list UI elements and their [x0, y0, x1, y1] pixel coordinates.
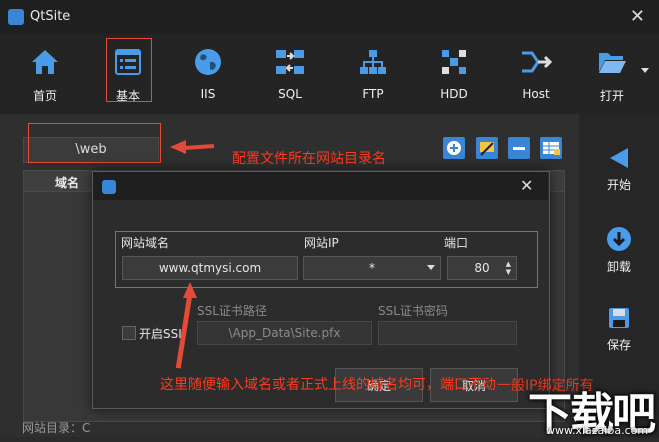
toolbar-open-button[interactable]: 打开: [581, 34, 643, 112]
ip-label: 网站IP: [304, 236, 339, 250]
dialog-close-icon[interactable]: ✕: [520, 176, 533, 195]
arrows-merge-icon: [520, 46, 552, 78]
window-title: QtSite: [30, 9, 71, 24]
toolbar-item-label: SQL: [278, 87, 302, 101]
toolbar-item-label: HDD: [440, 87, 468, 101]
ssl-password-label: SSL证书密码: [378, 304, 448, 318]
ssl-path-label: SSL证书路径: [197, 304, 267, 318]
toolbar-hdd-button[interactable]: HDD: [423, 34, 485, 112]
port-label: 端口: [444, 236, 469, 250]
highlight-box-dir: [28, 123, 161, 163]
nodes-icon: [438, 46, 470, 78]
highlight-box-basic: [106, 38, 152, 102]
toolbar-item-label: Host: [522, 87, 550, 101]
download-icon: [607, 227, 631, 251]
ip-select[interactable]: *: [303, 256, 441, 280]
home-icon: [29, 46, 61, 78]
edit-icon[interactable]: [476, 137, 498, 159]
toolbar-item-label: 打开: [599, 89, 624, 103]
ip-select-value: *: [369, 261, 375, 275]
ssl-enable-checkbox[interactable]: [122, 326, 136, 340]
dialog-title-bar: [93, 172, 548, 200]
watermark-url: www.xiazaiba.com: [546, 424, 649, 437]
save-button[interactable]: 保存: [579, 306, 659, 353]
save-label: 保存: [606, 338, 631, 352]
globe-icon: [192, 46, 224, 78]
play-icon: [610, 148, 628, 168]
toolbar-sql-button[interactable]: SQL: [259, 34, 321, 112]
save-icon: [609, 308, 629, 328]
site-dir-status: 网站目录：C: [22, 421, 91, 435]
network-tree-icon: [357, 46, 389, 78]
start-button[interactable]: 开始: [579, 146, 659, 193]
database-transfer-icon: [274, 46, 306, 78]
stepper-arrows-icon: ▲ ▼: [505, 260, 511, 276]
toolbar-item-label: 首页: [32, 89, 57, 103]
annotation-domain-note: 这里随便输入域名或者正式上线的域名均可，端口不动: [160, 377, 496, 393]
annotation-arrow-up: [183, 282, 197, 298]
title-bar: [0, 0, 659, 34]
close-icon[interactable]: ✕: [630, 6, 645, 27]
port-stepper[interactable]: 80 ▲ ▼: [447, 256, 517, 280]
domain-label: 网站域名: [121, 236, 170, 250]
toolbar-iis-button[interactable]: IIS: [177, 34, 239, 112]
toolbar-item-label: FTP: [362, 87, 384, 101]
ssl-password-input[interactable]: [378, 321, 517, 345]
chevron-down-icon: [427, 265, 435, 270]
dialog-app-icon: [102, 180, 116, 194]
main-toolbar: 首页 基本 IIS SQL FTP HDD Host 打开: [0, 34, 659, 114]
column-header-domain[interactable]: 域名: [55, 174, 79, 191]
start-label: 开始: [606, 178, 631, 192]
port-value: 80: [474, 261, 490, 275]
app-icon: [8, 9, 24, 25]
add-icon[interactable]: [443, 137, 465, 159]
chevron-down-icon[interactable]: [641, 68, 649, 73]
remove-icon[interactable]: [508, 137, 530, 159]
uninstall-button[interactable]: 卸载: [579, 226, 659, 275]
ssl-path-input[interactable]: \App_Data\Site.pfx: [197, 321, 372, 345]
grid-settings-icon[interactable]: [540, 137, 562, 159]
ssl-enable-label: 开启SSL: [139, 327, 185, 341]
toolbar-item-label: IIS: [200, 87, 216, 101]
domain-input[interactable]: www.qtmysi.com: [122, 256, 298, 280]
uninstall-label: 卸载: [606, 260, 631, 274]
folder-open-icon: [596, 46, 628, 78]
toolbar-ftp-button[interactable]: FTP: [342, 34, 404, 112]
annotation-dir-note: 配置文件所在网站目录名: [232, 151, 386, 167]
toolbar-host-button[interactable]: Host: [505, 34, 567, 112]
toolbar-home-button[interactable]: 首页: [14, 34, 76, 112]
